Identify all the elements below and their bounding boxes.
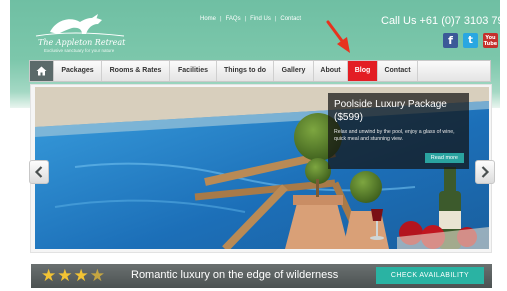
separator: | — [220, 16, 222, 22]
logo-tagline: Exclusive sanctuary for your nature — [44, 48, 115, 53]
slider-prev-button[interactable] — [29, 160, 49, 184]
top-link-contact[interactable]: Contact — [280, 16, 301, 22]
top-links: Home | FAQs | Find Us | Contact — [200, 16, 301, 22]
separator: | — [244, 16, 247, 22]
nav-item-blog[interactable]: Blog — [348, 61, 378, 81]
star-rating: ★★★★ — [41, 266, 106, 286]
nav-item-about[interactable]: About — [314, 61, 348, 81]
check-availability-button[interactable]: CHECK AVAILABILITY — [376, 267, 484, 284]
twitter-icon[interactable]: t — [463, 33, 478, 48]
tagline: Romantic luxury on the edge of wildernes… — [131, 269, 339, 281]
separator: | — [274, 16, 277, 22]
star-icons: ★★★ — [41, 266, 90, 285]
horse-logo-icon — [35, 14, 125, 37]
slider-next-button[interactable] — [475, 160, 495, 184]
top-link-find-us[interactable]: Find Us — [250, 16, 271, 22]
phone-number: Call Us +61 (0)7 3103 7991 — [381, 15, 507, 27]
chevron-left-icon — [34, 166, 43, 178]
chevron-right-icon — [481, 166, 490, 178]
bottom-banner: ★★★★ Romantic luxury on the edge of wild… — [31, 264, 492, 288]
nav-home-button[interactable] — [30, 61, 54, 81]
nav-item-packages[interactable]: Packages — [54, 61, 102, 81]
promo-title: Poolside Luxury Package ($599) — [334, 99, 447, 123]
top-link-home[interactable]: Home — [200, 16, 216, 22]
nav-item-contact[interactable]: Contact — [378, 61, 418, 81]
youtube-icon[interactable]: You Tube — [483, 33, 498, 48]
read-more-button[interactable]: Read more — [424, 153, 464, 163]
red-pointer-arrow-icon — [326, 20, 350, 53]
nav-item-facilities[interactable]: Facilities — [170, 61, 217, 81]
promo-overlay: Poolside Luxury Package ($599) Relax and… — [328, 93, 469, 169]
logo-title: The Appleton Retreat — [38, 38, 126, 47]
main-nav: Packages Rooms & Rates Facilities Things… — [29, 60, 491, 82]
page: The Appleton Retreat Exclusive sanctuary… — [0, 0, 507, 291]
nav-item-rooms-rates[interactable]: Rooms & Rates — [102, 61, 170, 81]
nav-item-gallery[interactable]: Gallery — [274, 61, 314, 81]
half-star-icon: ★ — [89, 266, 106, 285]
nav-item-things-to-do[interactable]: Things to do — [217, 61, 274, 81]
youtube-label-bottom: Tube — [483, 41, 498, 47]
home-icon — [36, 66, 47, 76]
top-link-faqs[interactable]: FAQs — [226, 16, 241, 22]
facebook-icon[interactable]: f — [443, 33, 458, 48]
logo[interactable]: The Appleton Retreat Exclusive sanctuary… — [32, 12, 152, 54]
promo-text: Relax and unwind by the pool, enjoy a gl… — [334, 129, 455, 142]
